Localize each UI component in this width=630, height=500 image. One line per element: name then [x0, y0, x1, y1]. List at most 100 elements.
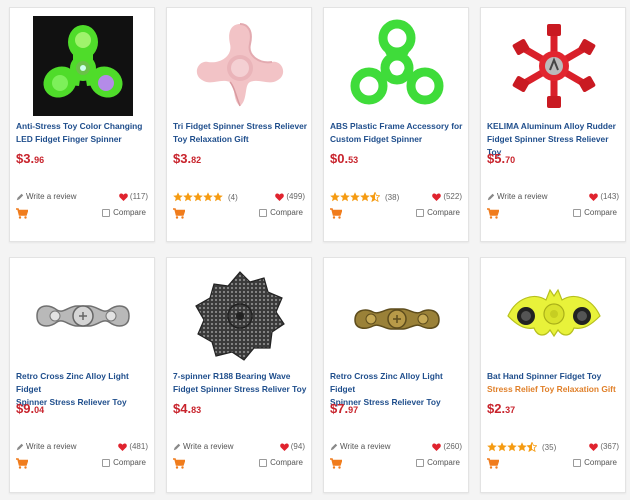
heart-icon	[589, 442, 599, 451]
product-price: $3.82	[173, 151, 202, 166]
favorite-button[interactable]: (117)	[119, 192, 148, 201]
checkbox[interactable]	[259, 208, 268, 217]
product-title[interactable]: 7-spinner R188 Bearing Wave Fidget Spinne…	[173, 370, 309, 396]
product-card[interactable]: 7-spinner R188 Bearing Wave Fidget Spinne…	[166, 257, 312, 493]
product-card[interactable]: KELIMA Aluminum Alloy Rudder Fidget Spinn…	[480, 7, 626, 242]
product-card[interactable]: ABS Plastic Frame Accessory for Custom Fi…	[323, 7, 469, 242]
write-review-link[interactable]: Write a review	[16, 192, 77, 201]
checkbox[interactable]	[416, 208, 425, 217]
write-review-link[interactable]: Write a review	[16, 442, 77, 451]
star-icon	[183, 192, 193, 202]
product-card[interactable]: Tri Fidget Spinner Stress Reliever Toy Re…	[166, 7, 312, 242]
checkbox[interactable]	[573, 458, 582, 467]
compare-checkbox[interactable]: Compare	[416, 458, 460, 467]
star-icon	[340, 192, 350, 202]
product-title[interactable]: ABS Plastic Frame Accessory for Custom Fi…	[330, 120, 466, 146]
product-image[interactable]	[347, 266, 447, 366]
heart-icon	[432, 442, 442, 451]
product-image[interactable]	[33, 16, 133, 116]
product-price: $0.53	[330, 151, 359, 166]
compare-checkbox[interactable]: Compare	[259, 208, 303, 217]
add-to-cart-icon[interactable]	[16, 458, 28, 469]
star-icon	[173, 192, 183, 202]
compare-checkbox[interactable]: Compare	[416, 208, 460, 217]
product-price: $2.37	[487, 401, 516, 416]
compare-checkbox[interactable]: Compare	[102, 458, 146, 467]
heart-icon	[589, 192, 599, 201]
product-image[interactable]	[190, 16, 290, 116]
checkbox[interactable]	[573, 208, 582, 217]
checkbox[interactable]	[102, 458, 111, 467]
star-icon	[360, 192, 370, 202]
star-rating: (38)	[330, 192, 399, 202]
star-icon	[487, 442, 497, 452]
star-icon	[330, 192, 340, 202]
add-to-cart-icon[interactable]	[173, 458, 185, 469]
product-card[interactable]: Bat Hand Spinner Fidget Toy Stress Relief…	[480, 257, 626, 493]
star-icon	[497, 442, 507, 452]
checkbox[interactable]	[259, 458, 268, 467]
pencil-icon	[487, 193, 495, 200]
product-grid: Anti-Stress Toy Color Changing LED Fidget…	[0, 0, 630, 500]
write-review-link[interactable]: Write a review	[330, 442, 391, 451]
favorite-button[interactable]: (260)	[432, 442, 462, 451]
add-to-cart-icon[interactable]	[16, 208, 28, 219]
favorite-button[interactable]: (522)	[432, 192, 462, 201]
heart-icon	[279, 442, 289, 451]
compare-checkbox[interactable]: Compare	[259, 458, 303, 467]
product-price: $3.96	[16, 151, 45, 166]
rating-count[interactable]: (35)	[542, 443, 556, 452]
rating-count[interactable]: (4)	[228, 193, 238, 202]
product-image[interactable]	[504, 16, 604, 116]
pencil-icon	[173, 443, 181, 450]
product-image[interactable]	[504, 266, 604, 366]
add-to-cart-icon[interactable]	[487, 458, 499, 469]
star-icon	[193, 192, 203, 202]
star-icon	[213, 192, 223, 202]
favorite-button[interactable]: (143)	[589, 192, 619, 201]
heart-icon	[275, 192, 285, 201]
star-rating: (4)	[173, 192, 238, 202]
product-image[interactable]	[33, 266, 133, 366]
write-review-link[interactable]: Write a review	[487, 192, 548, 201]
favorite-button[interactable]: (367)	[589, 442, 619, 451]
product-card[interactable]: Anti-Stress Toy Color Changing LED Fidget…	[9, 7, 155, 242]
product-price: $4.83	[173, 401, 202, 416]
star-rating: (35)	[487, 442, 556, 452]
rating-count[interactable]: (38)	[385, 193, 399, 202]
checkbox[interactable]	[102, 208, 111, 217]
heart-icon	[118, 442, 128, 451]
pencil-icon	[16, 443, 24, 450]
product-title[interactable]: Bat Hand Spinner Fidget Toy Stress Relief…	[487, 370, 623, 396]
heart-icon	[432, 192, 442, 201]
compare-checkbox[interactable]: Compare	[573, 208, 617, 217]
add-to-cart-icon[interactable]	[487, 208, 499, 219]
write-review-link[interactable]: Write a review	[173, 442, 234, 451]
heart-icon	[119, 192, 128, 201]
compare-checkbox[interactable]: Compare	[573, 458, 617, 467]
product-price: $5.70	[487, 151, 516, 166]
add-to-cart-icon[interactable]	[330, 458, 342, 469]
product-image[interactable]	[347, 16, 447, 116]
product-price: $9.04	[16, 401, 45, 416]
add-to-cart-icon[interactable]	[173, 208, 185, 219]
pencil-icon	[330, 443, 338, 450]
favorite-button[interactable]: (94)	[279, 442, 305, 451]
product-title[interactable]: Anti-Stress Toy Color Changing LED Fidget…	[16, 120, 152, 146]
product-card[interactable]: Retro Cross Zinc Alloy Light Fidget Spinn…	[9, 257, 155, 493]
favorite-button[interactable]: (481)	[118, 442, 148, 451]
star-half-icon	[527, 442, 537, 452]
star-icon	[350, 192, 360, 202]
product-price: $7.97	[330, 401, 359, 416]
favorite-button[interactable]: (499)	[275, 192, 305, 201]
pencil-icon	[16, 193, 24, 200]
product-image[interactable]	[190, 266, 290, 366]
star-icon	[507, 442, 517, 452]
checkbox[interactable]	[416, 458, 425, 467]
add-to-cart-icon[interactable]	[330, 208, 342, 219]
compare-checkbox[interactable]: Compare	[102, 208, 146, 217]
product-card[interactable]: Retro Cross Zinc Alloy Light Fidget Spinn…	[323, 257, 469, 493]
star-icon	[517, 442, 527, 452]
star-icon	[203, 192, 213, 202]
product-title[interactable]: Tri Fidget Spinner Stress Reliever Toy Re…	[173, 120, 309, 146]
